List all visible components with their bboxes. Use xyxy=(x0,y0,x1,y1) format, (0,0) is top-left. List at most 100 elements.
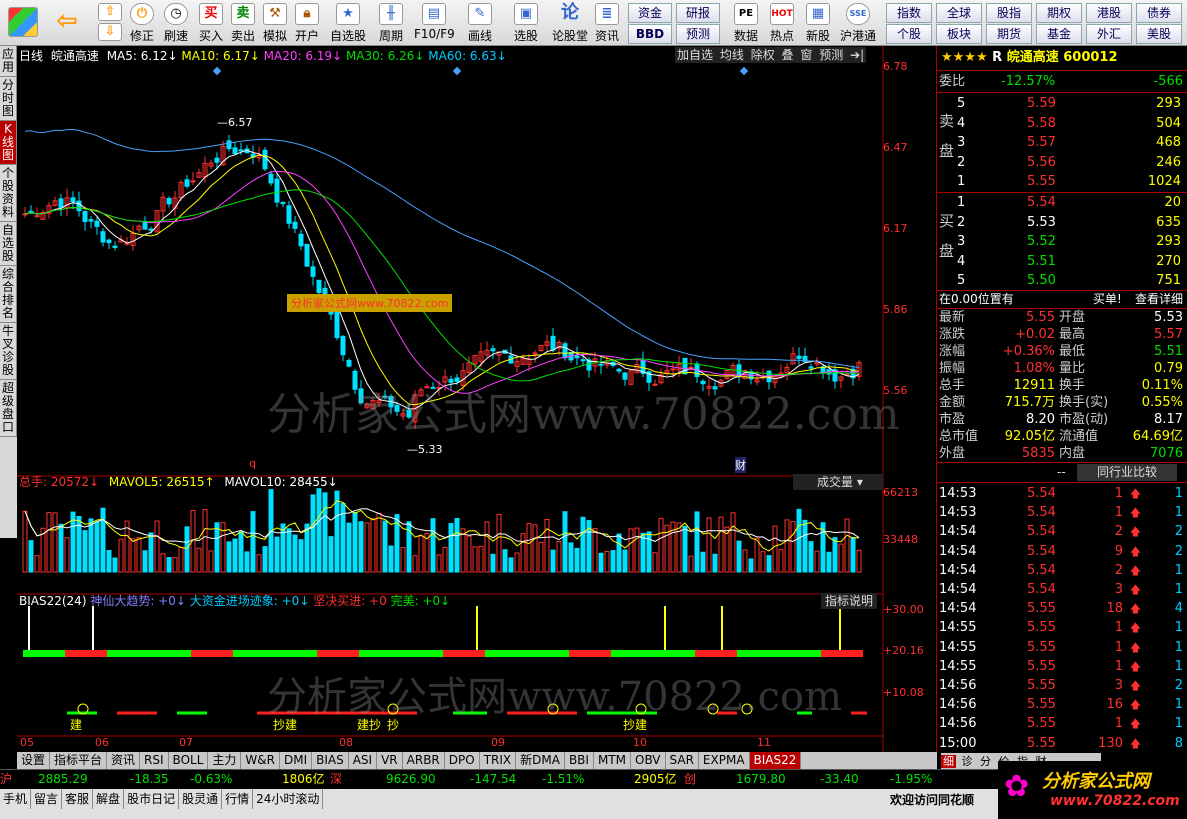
hotspot-button[interactable]: HOT 热点 xyxy=(766,2,798,44)
forum-button[interactable]: 论论股堂 xyxy=(550,2,590,44)
tab-kline[interactable]: K线图 xyxy=(0,121,17,165)
news-button[interactable]: ≣ 资讯 xyxy=(592,2,622,44)
tab-super-depth[interactable]: 超级盘口 xyxy=(0,380,17,437)
peer-compare-button[interactable]: 同行业比较 xyxy=(1077,464,1177,481)
hk-connect-button[interactable]: SSE 沪港通 xyxy=(838,2,878,44)
period-button[interactable]: ╫ 周期 xyxy=(372,2,410,44)
us-stock-button[interactable]: 美股 xyxy=(1136,24,1182,44)
tab-obv[interactable]: OBV xyxy=(631,752,666,769)
draw-line-button[interactable]: ✎ 画线 xyxy=(462,2,498,44)
finance-marker[interactable]: 财 xyxy=(735,457,746,473)
speedtest-button[interactable]: ◷ 刷速 xyxy=(160,2,192,44)
tab-expma[interactable]: EXPMA xyxy=(699,752,750,769)
chart-area[interactable]: 分析家公式网www.70822.com 分析家公式网www.70822.com … xyxy=(17,46,937,752)
refresh-button[interactable]: ⏻ 修正 xyxy=(126,2,158,44)
tab-boll[interactable]: BOLL xyxy=(169,752,209,769)
nav-up-down-button[interactable]: ⇧ ⇩ xyxy=(96,2,124,44)
sz-label[interactable]: 深 xyxy=(330,770,342,789)
bias-band xyxy=(557,650,563,657)
rp-tab[interactable]: 诊 xyxy=(960,755,975,768)
forecast-button[interactable]: 预测 xyxy=(676,24,720,44)
bias-mark: 建抄 xyxy=(357,718,382,732)
view-detail-link[interactable]: 查看详细 xyxy=(1135,290,1183,309)
news24-link[interactable]: 24小时滚动 xyxy=(253,789,324,809)
service-link[interactable]: 客服 xyxy=(62,789,94,809)
tab-dmi[interactable]: DMI xyxy=(280,752,313,769)
tab-mtm[interactable]: MTM xyxy=(594,752,631,769)
open-account-button[interactable]: 🔒︎ 开户 xyxy=(292,2,322,44)
arrow-right-icon[interactable]: ➔| xyxy=(850,48,864,62)
tab-new-dma[interactable]: 新DMA xyxy=(516,752,565,769)
overlay-button[interactable]: 叠 xyxy=(782,48,794,62)
volume-dropdown[interactable]: 成交量 ▾ xyxy=(793,474,883,490)
index-button[interactable]: 指数 xyxy=(886,3,932,23)
mobile-link[interactable]: 手机 xyxy=(0,789,32,809)
tab-diagnosis[interactable]: 牛叉诊股 xyxy=(0,323,17,380)
predict-button[interactable]: 预测 xyxy=(819,48,843,62)
analysis-link[interactable]: 解盘 xyxy=(93,789,125,809)
sell-button[interactable]: 卖卖出 xyxy=(228,2,258,44)
f10-button[interactable]: ▤ F10/F9 xyxy=(414,2,455,44)
research-button[interactable]: 研报 xyxy=(676,3,720,23)
tab-ranking[interactable]: 综合排名 xyxy=(0,266,17,323)
diary-link[interactable]: 股市日记 xyxy=(124,789,180,809)
quotes-link[interactable]: 行情 xyxy=(222,789,254,809)
tab-apps[interactable]: 应用 xyxy=(0,46,17,77)
tab-timeshare[interactable]: 分时图 xyxy=(0,77,17,121)
tab-wr[interactable]: W&R xyxy=(241,752,280,769)
stock-index-button[interactable]: 股指 xyxy=(986,3,1032,23)
tab-bias[interactable]: BIAS xyxy=(312,752,349,769)
rp-tab[interactable]: 分 xyxy=(978,755,993,768)
tab-watchlist[interactable]: 自选股 xyxy=(0,222,17,266)
bbd-button[interactable]: BBD xyxy=(628,24,672,44)
rp-tab[interactable]: 细 xyxy=(941,755,956,768)
simulate-button[interactable]: ⚒ 模拟 xyxy=(260,2,290,44)
bond-button[interactable]: 债券 xyxy=(1136,3,1182,23)
tab-main-force[interactable]: 主力 xyxy=(208,752,242,769)
tab-indicator-platform[interactable]: 指标平台 xyxy=(50,752,108,769)
event-diamond[interactable] xyxy=(739,66,749,76)
stock-screen-button[interactable]: ▣ 选股 xyxy=(506,2,546,44)
fund-button[interactable]: 基金 xyxy=(1036,24,1082,44)
tab-sar[interactable]: SAR xyxy=(666,752,699,769)
tick-time: 14:54 xyxy=(939,582,977,597)
tab-dpo[interactable]: DPO xyxy=(445,752,480,769)
tab-bias22[interactable]: BIAS22 xyxy=(749,752,802,769)
new-stock-button[interactable]: ▦ 新股 xyxy=(802,2,834,44)
tab-bbi[interactable]: BBI xyxy=(565,752,594,769)
watchlist-button[interactable]: ★ 自选股 xyxy=(328,2,368,44)
sh-label[interactable]: 沪 xyxy=(0,770,12,789)
options-button[interactable]: 期权 xyxy=(1036,3,1082,23)
tab-news[interactable]: 资讯 xyxy=(107,752,141,769)
sector-button[interactable]: 板块 xyxy=(936,24,982,44)
tab-arbr[interactable]: ARBR xyxy=(403,752,445,769)
event-diamond[interactable] xyxy=(452,66,462,76)
tab-vr[interactable]: VR xyxy=(377,752,403,769)
app-logo-icon[interactable] xyxy=(4,2,42,44)
tab-asi[interactable]: ASI xyxy=(349,752,378,769)
forex-button[interactable]: 外汇 xyxy=(1086,24,1132,44)
add-watch-button[interactable]: 加自选 xyxy=(677,48,713,62)
exright-button[interactable]: 除权 xyxy=(751,48,775,62)
tab-rsi[interactable]: RSI xyxy=(140,752,169,769)
tab-settings[interactable]: 设置 xyxy=(17,752,51,769)
ma-button[interactable]: 均线 xyxy=(720,48,744,62)
back-button[interactable]: ⇦ xyxy=(52,2,82,44)
capital-button[interactable]: 资金 xyxy=(628,3,672,23)
cy-label[interactable]: 创 xyxy=(684,770,696,789)
bias-band xyxy=(635,650,641,657)
futures-button[interactable]: 期货 xyxy=(986,24,1032,44)
tab-profile[interactable]: 个股资料 xyxy=(0,165,17,222)
hk-stock-button[interactable]: 港股 xyxy=(1086,3,1132,23)
single-stock-button[interactable]: 个股 xyxy=(886,24,932,44)
indicator-help-button[interactable]: 指标说明 xyxy=(821,593,878,609)
gulingtong-link[interactable]: 股灵通 xyxy=(179,789,223,809)
global-button[interactable]: 全球 xyxy=(936,3,982,23)
event-diamond[interactable] xyxy=(212,66,222,76)
message-link[interactable]: 留言 xyxy=(31,789,63,809)
window-button[interactable]: 窗 xyxy=(800,48,812,62)
volume-bar xyxy=(292,534,298,573)
data-button[interactable]: PE 数据 xyxy=(730,2,762,44)
buy-button[interactable]: 买买入 xyxy=(196,2,226,44)
tab-trix[interactable]: TRIX xyxy=(480,752,517,769)
